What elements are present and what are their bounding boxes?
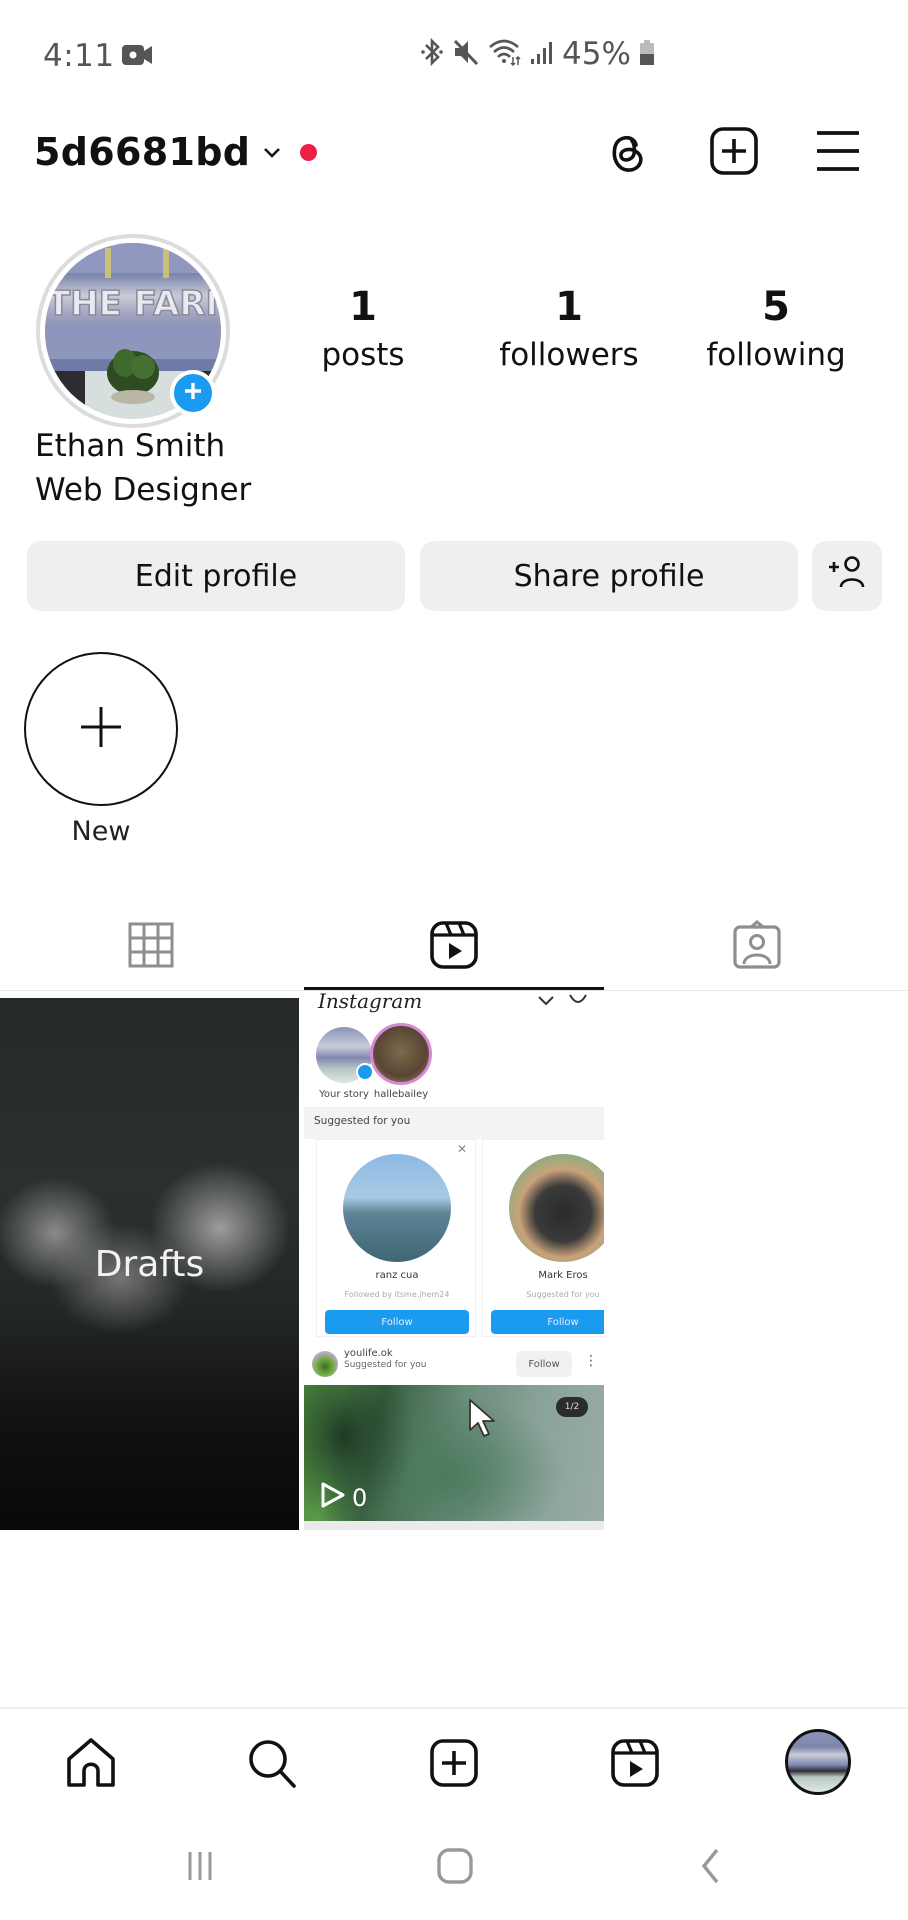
tab-tagged[interactable] <box>606 912 908 982</box>
active-tab-indicator <box>304 987 604 990</box>
suggestion-follow-button: Follow <box>325 1310 469 1334</box>
play-icon <box>320 1481 346 1515</box>
suggestion-avatar <box>343 1154 451 1262</box>
reel-thumb-post-subtitle: Suggested for you <box>344 1360 427 1370</box>
stat-value: 5 <box>762 284 790 330</box>
reel-thumb-messenger-icon <box>568 993 588 1009</box>
notification-dot <box>300 143 318 161</box>
dismiss-icon: ✕ <box>456 1142 467 1156</box>
suggestion-follow-button: Follow <box>491 1310 604 1334</box>
signal-icon <box>530 37 554 71</box>
system-back-button[interactable] <box>675 1843 745 1893</box>
stat-label: followers <box>499 337 639 373</box>
battery-percent: 45% <box>562 36 631 72</box>
reels-icon <box>610 1738 660 1792</box>
display-name: Ethan Smith <box>35 428 226 464</box>
nav-home[interactable] <box>56 1730 126 1800</box>
plus-icon <box>79 705 123 753</box>
avatar-sign-text: THE FARM <box>47 284 221 324</box>
reel-thumb-post-follow: Follow <box>516 1351 572 1377</box>
bluetooth-icon <box>420 37 444 71</box>
stat-value: 1 <box>349 284 377 330</box>
drafts-label: Drafts <box>94 1243 205 1285</box>
recent-apps-button[interactable] <box>165 1843 235 1893</box>
reel-thumb-logo: Instagram <box>318 993 423 1013</box>
create-icon <box>429 1738 479 1792</box>
account-switcher[interactable]: 5d6681bd <box>34 130 318 174</box>
reel-thumb-page-indicator: 1/2 <box>556 1397 588 1417</box>
new-highlight-button[interactable] <box>24 652 178 806</box>
edit-profile-button[interactable]: Edit profile <box>27 541 405 611</box>
suggestion-subtitle: Followed by itsme.jhem24 <box>344 1290 450 1299</box>
discover-people-button[interactable] <box>812 541 882 611</box>
reel-tile[interactable]: Instagram Your story hallebailey Suggest… <box>304 993 604 1530</box>
mute-icon <box>452 37 480 71</box>
username: 5d6681bd <box>34 130 251 174</box>
new-highlight-label: New <box>71 816 131 847</box>
tab-reels[interactable] <box>303 912 605 982</box>
reel-thumb-post-username: youlife.ok <box>344 1348 393 1359</box>
reel-thumb-suggestion-card: ✕ ranz cua Followed by itsme.jhem24 Foll… <box>316 1139 476 1337</box>
wifi-icon <box>488 37 522 71</box>
stat-label: following <box>706 337 846 373</box>
home-icon <box>65 1737 117 1793</box>
menu-icon <box>814 129 862 177</box>
grid-icon <box>128 922 174 972</box>
stat-label: posts <box>321 337 405 373</box>
stat-followers[interactable]: 1 followers <box>479 283 659 377</box>
bio-text: Web Designer <box>35 472 252 508</box>
reel-thumb-chevron-icon <box>536 993 556 1009</box>
reel-thumb-navbar <box>304 1521 604 1530</box>
recent-apps-icon <box>182 1848 218 1888</box>
reel-thumb-hallebailey-story <box>370 1023 432 1085</box>
back-icon <box>695 1846 725 1890</box>
create-icon <box>709 126 759 180</box>
add-story-button[interactable] <box>170 370 216 416</box>
more-icon: ⋮ <box>584 1353 598 1369</box>
search-icon <box>246 1737 298 1793</box>
stat-value: 1 <box>555 284 583 330</box>
status-time: 4:11 <box>43 38 115 74</box>
tab-posts-grid[interactable] <box>0 912 302 982</box>
threads-button[interactable] <box>601 127 653 179</box>
system-home-button[interactable] <box>420 1843 490 1893</box>
nav-reels[interactable] <box>600 1730 670 1800</box>
threads-icon <box>604 127 650 179</box>
menu-button[interactable] <box>812 127 864 179</box>
reel-thumb-suggested-label: Suggested for you <box>314 1115 411 1127</box>
nav-search[interactable] <box>237 1730 307 1800</box>
reels-icon <box>429 920 479 974</box>
add-person-icon <box>827 555 867 597</box>
suggestion-avatar <box>509 1154 604 1262</box>
play-count-value: 0 <box>352 1484 368 1512</box>
suggestion-name: Mark Eros <box>538 1270 588 1281</box>
plus-icon <box>182 380 204 406</box>
stat-posts[interactable]: 1 posts <box>273 283 453 377</box>
bottom-nav-divider <box>0 1707 908 1709</box>
chevron-down-icon <box>260 140 284 164</box>
nav-profile-avatar[interactable] <box>785 1729 851 1795</box>
screen-record-icon <box>122 44 152 66</box>
reel-thumb-post-avatar <box>312 1351 338 1377</box>
stat-following[interactable]: 5 following <box>686 283 866 377</box>
status-icons: 45% <box>420 36 655 72</box>
create-button[interactable] <box>708 127 760 179</box>
reel-thumb-story-label: hallebailey <box>373 1089 429 1100</box>
drafts-tile[interactable]: Drafts <box>0 998 299 1530</box>
suggestion-name: ranz cua <box>375 1270 419 1281</box>
reel-thumb-suggestion-card: Mark Eros Suggested for you Follow <box>482 1139 604 1337</box>
battery-icon <box>639 37 655 71</box>
suggestion-subtitle: Suggested for you <box>526 1290 600 1299</box>
cursor-icon <box>468 1398 498 1442</box>
tagged-icon <box>732 920 782 974</box>
home-button-icon <box>435 1846 475 1890</box>
nav-create[interactable] <box>419 1730 489 1800</box>
reel-play-count: 0 <box>320 1481 367 1515</box>
tab-divider <box>0 990 908 991</box>
share-profile-button[interactable]: Share profile <box>420 541 798 611</box>
